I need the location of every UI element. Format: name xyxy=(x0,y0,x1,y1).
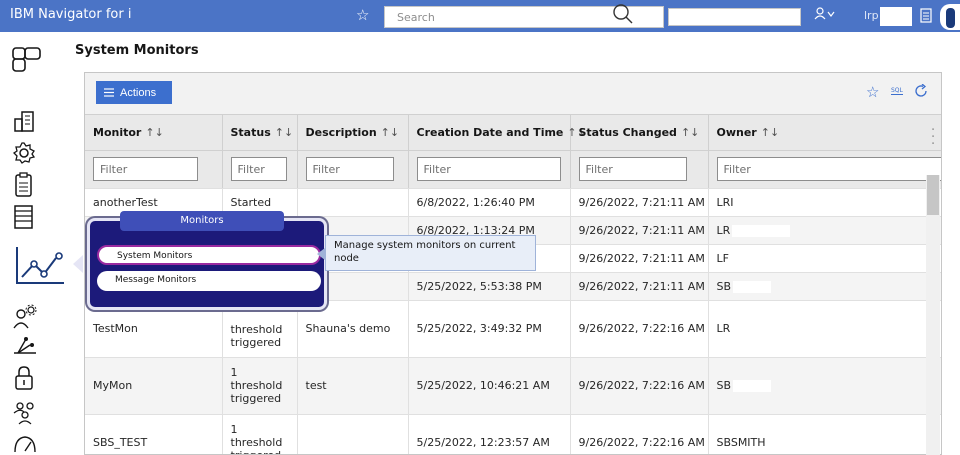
column-header-status-changed[interactable]: Status Changed ↑↓ xyxy=(570,115,709,151)
app-title: IBM Navigator for i xyxy=(10,7,132,22)
redacted-owner xyxy=(733,280,772,293)
menu-icon xyxy=(104,88,114,97)
cell-created: 5/25/2022, 10:46:21 AM xyxy=(408,357,571,415)
top-bar: IBM Navigator for i ☆ Search lrp xyxy=(0,0,960,32)
cell-status-changed: 9/26/2022, 7:21:11 AM xyxy=(570,216,709,245)
cell-owner: LRI xyxy=(708,188,941,217)
cell-created: 5/25/2022, 12:23:57 AM xyxy=(408,414,571,454)
filter-input-status[interactable]: Filter xyxy=(230,157,287,181)
filter-input-monitor[interactable]: Filter xyxy=(93,157,198,181)
sort-icon[interactable]: ↑↓ xyxy=(145,126,163,139)
table-row[interactable]: MyMon 1 threshold triggered test 5/25/20… xyxy=(85,357,941,415)
sort-icon[interactable]: ↑↓ xyxy=(381,126,399,139)
redacted-owner xyxy=(733,380,772,392)
refresh-icon[interactable] xyxy=(914,84,928,98)
table-toolbar: Actions ☆ SQL xyxy=(85,73,941,115)
cell-status-changed: 9/26/2022, 7:22:16 AM xyxy=(570,300,709,358)
cell-status-changed: 9/26/2022, 7:22:16 AM xyxy=(570,357,709,415)
column-header-monitor[interactable]: Monitor ↑↓ xyxy=(85,115,223,151)
column-header-owner[interactable]: Owner ↑↓ xyxy=(708,115,941,151)
actions-button[interactable]: Actions xyxy=(96,81,172,104)
cell-status-changed: 9/26/2022, 7:22:16 AM xyxy=(570,414,709,454)
flyout-title: Monitors xyxy=(120,211,284,231)
menu-item-message-monitors[interactable]: Message Monitors xyxy=(97,271,321,291)
column-header-created[interactable]: Creation Date and Time ↑↓ xyxy=(408,115,586,151)
cell-description xyxy=(297,188,409,217)
filter-input-created[interactable]: Filter xyxy=(416,157,561,181)
filter-input-description[interactable]: Filter xyxy=(305,157,394,181)
cell-created: 6/8/2022, 1:26:40 PM xyxy=(408,188,571,217)
cell-owner: SB xyxy=(708,272,941,301)
document-icon[interactable] xyxy=(920,8,932,23)
filter-input-owner[interactable]: Filter xyxy=(716,157,941,181)
column-header-description[interactable]: Description ↑↓ xyxy=(297,115,409,151)
sort-icon[interactable]: ↑↓ xyxy=(761,126,779,139)
scrollbar-thumb[interactable] xyxy=(927,175,939,215)
table-header-row: Monitor ↑↓ Status ↑↓ Description ↑↓ Creatio… xyxy=(85,115,941,151)
lock-icon[interactable] xyxy=(12,365,36,391)
cell-status: 1 threshold triggered xyxy=(222,414,298,454)
sort-icon[interactable]: ↑↓ xyxy=(275,126,293,139)
tooltip: Manage system monitors on current node xyxy=(325,235,536,271)
cell-description xyxy=(297,414,409,454)
status-text: threshold triggered xyxy=(230,436,283,454)
user-settings-icon[interactable] xyxy=(12,304,38,330)
menu-item-system-monitors[interactable]: System Monitors xyxy=(97,245,321,265)
dashboard-icon[interactable] xyxy=(12,46,42,74)
cell-status-changed: 9/26/2022, 7:21:11 AM xyxy=(570,244,709,273)
favorite-star-icon[interactable]: ☆ xyxy=(866,83,879,101)
user-menu-icon[interactable] xyxy=(814,7,836,24)
status-count: 1 xyxy=(230,366,238,379)
monitor-chart-icon[interactable] xyxy=(14,244,68,286)
filter-input-status-changed[interactable]: Filter xyxy=(578,157,687,181)
table-scrollbar[interactable] xyxy=(926,175,940,455)
redacted-user xyxy=(880,7,912,26)
status-count: 1 xyxy=(230,423,238,436)
cell-status: 1 threshold triggered xyxy=(222,357,298,415)
cell-owner: LR xyxy=(708,300,941,358)
sort-icon[interactable]: ↑↓ xyxy=(681,126,699,139)
cell-created: 5/25/2022, 3:49:32 PM xyxy=(408,300,571,358)
gauge-icon[interactable] xyxy=(12,432,38,454)
cell-monitor: MyMon xyxy=(85,357,223,415)
info-icon[interactable] xyxy=(940,4,960,30)
sql-icon[interactable]: SQL xyxy=(891,87,903,95)
actions-label: Actions xyxy=(120,86,157,99)
clipboard-icon[interactable] xyxy=(12,172,36,198)
cell-owner: LR xyxy=(708,216,941,245)
cell-owner: SB xyxy=(708,357,941,415)
table-row[interactable]: SBS_TEST 1 threshold triggered 5/25/2022… xyxy=(85,414,941,454)
building-icon[interactable] xyxy=(12,109,36,133)
users-group-icon[interactable] xyxy=(12,400,38,426)
column-options-icon[interactable]: · · · xyxy=(931,124,935,151)
column-header-status[interactable]: Status ↑↓ xyxy=(222,115,298,151)
cell-created: 5/25/2022, 5:53:38 PM xyxy=(408,272,571,301)
page-title: System Monitors xyxy=(75,43,199,58)
search-icon[interactable] xyxy=(612,2,634,26)
user-field[interactable] xyxy=(668,8,801,26)
redacted-owner xyxy=(732,224,791,237)
cell-status-changed: 9/26/2022, 7:21:11 AM xyxy=(570,272,709,301)
cell-owner: LF xyxy=(708,244,941,273)
network-icon[interactable] xyxy=(12,335,38,359)
tooltip-pointer xyxy=(317,248,325,260)
settings-gear-icon[interactable] xyxy=(12,141,36,165)
user-name: lrp xyxy=(864,9,879,22)
cell-description: test xyxy=(297,357,409,415)
flyout-pointer xyxy=(73,255,83,273)
table-list-icon[interactable] xyxy=(12,204,36,230)
status-text: threshold triggered xyxy=(230,379,283,405)
cell-status-changed: 9/26/2022, 7:21:11 AM xyxy=(570,188,709,217)
cell-owner: SBSMITH xyxy=(708,414,941,454)
filter-row: Filter Filter Filter Filter Filter Filte… xyxy=(85,150,941,189)
favorite-star-icon[interactable]: ☆ xyxy=(356,6,369,24)
monitors-flyout-menu: Monitors System Monitors Message Monitor… xyxy=(87,211,327,310)
cell-monitor: SBS_TEST xyxy=(85,414,223,454)
